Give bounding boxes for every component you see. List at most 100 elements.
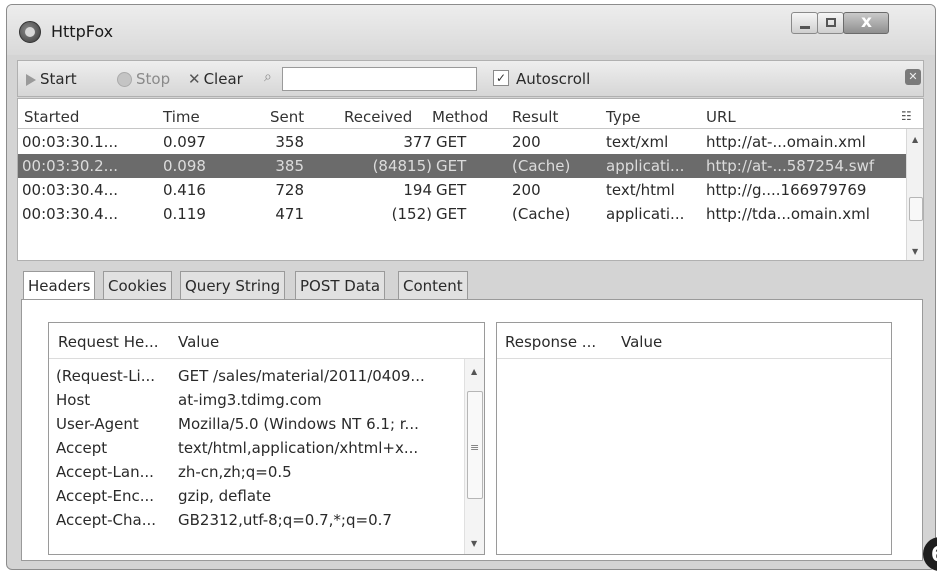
stop-button[interactable]: Stop — [117, 70, 170, 88]
tab-content[interactable]: Content — [398, 271, 468, 300]
close-button[interactable]: x — [843, 12, 889, 34]
request-list: Started Time Sent Received Method Result… — [17, 98, 924, 261]
request-headers-header: Request He... Value — [49, 323, 484, 359]
cell-started: 00:03:30.2... — [22, 157, 118, 175]
httpfox-icon — [19, 21, 41, 43]
cell-result: 200 — [512, 133, 541, 151]
header-row[interactable]: Accept-Cha... GB2312,utf-8;q=0.7,*;q=0.7 — [49, 511, 459, 534]
cell-result: (Cache) — [512, 157, 571, 175]
cell-time: 0.416 — [163, 181, 206, 199]
start-button[interactable]: Start — [26, 70, 77, 88]
header-name: Accept-Lan... — [56, 463, 154, 481]
header-value: GET /sales/material/2011/0409... — [178, 367, 425, 385]
clear-label: Clear — [203, 70, 243, 88]
cell-type: text/html — [606, 181, 675, 199]
cell-time: 0.097 — [163, 133, 206, 151]
close-icon: x — [861, 12, 872, 32]
request-row[interactable]: 00:03:30.4... 0.416 728 194 GET 200 text… — [18, 178, 906, 202]
request-list-header: Started Time Sent Received Method Result… — [18, 99, 923, 129]
request-headers-table: Request He... Value (Request-Li... GET /… — [48, 322, 485, 555]
tab-headers[interactable]: Headers — [23, 271, 96, 301]
cell-type: text/xml — [606, 133, 669, 151]
cell-type: applicati... — [606, 157, 685, 175]
cell-received: 377 — [403, 133, 432, 151]
header-row[interactable]: Accept text/html,application/xhtml+x... — [49, 439, 459, 462]
response-headers-table: Response ... Value — [496, 322, 892, 555]
header-value: text/html,application/xhtml+x... — [178, 439, 419, 457]
cell-method: GET — [436, 205, 467, 223]
cell-result: (Cache) — [512, 205, 571, 223]
cell-time: 0.119 — [163, 205, 206, 223]
tab-cookies[interactable]: Cookies — [103, 271, 172, 300]
col-result[interactable]: Result — [512, 108, 558, 126]
request-row[interactable]: 00:03:30.1... 0.097 358 377 GET 200 text… — [18, 130, 906, 154]
start-label: Start — [40, 70, 77, 88]
close-panel-button[interactable]: ✕ — [905, 69, 921, 85]
col-sent[interactable]: Sent — [270, 108, 304, 126]
stop-icon — [117, 72, 132, 87]
cell-started: 00:03:30.4... — [22, 205, 118, 223]
header-row[interactable]: (Request-Li... GET /sales/material/2011/… — [49, 367, 459, 390]
minimize-button[interactable] — [791, 12, 818, 34]
clear-button[interactable]: ✕ Clear — [188, 70, 243, 88]
header-value: GB2312,utf-8;q=0.7,*;q=0.7 — [178, 511, 392, 529]
col-url[interactable]: URL — [706, 108, 736, 126]
cell-type: applicati... — [606, 205, 685, 223]
col-request-header-name[interactable]: Request He... — [58, 333, 159, 351]
cell-sent: 358 — [275, 133, 304, 151]
request-row-selected[interactable]: 00:03:30.2... 0.098 385 (84815) GET (Cac… — [18, 154, 906, 178]
scroll-up-icon[interactable]: ▲ — [471, 367, 477, 376]
header-row[interactable]: Accept-Lan... zh-cn,zh;q=0.5 — [49, 463, 459, 486]
toolbar: Start Stop ✕ Clear ⌕ ✓ Autoscroll ✕ — [17, 60, 924, 97]
maximize-icon — [826, 18, 836, 27]
header-name: (Request-Li... — [56, 367, 156, 385]
column-picker-icon[interactable]: ☷ — [901, 109, 912, 123]
cell-result: 200 — [512, 181, 541, 199]
header-row[interactable]: Accept-Enc... gzip, deflate — [49, 487, 459, 510]
cell-url: http://at-...omain.xml — [706, 133, 866, 151]
tab-post-data[interactable]: POST Data — [295, 271, 386, 300]
col-started[interactable]: Started — [24, 108, 79, 126]
header-name: Host — [56, 391, 91, 409]
scroll-up-icon[interactable]: ▲ — [912, 135, 918, 144]
request-headers-scrollbar[interactable]: ▲ ≡ ▼ — [464, 359, 484, 554]
col-request-header-value[interactable]: Value — [178, 333, 219, 351]
cell-started: 00:03:30.1... — [22, 133, 118, 151]
autoscroll-checkbox[interactable]: ✓ — [493, 70, 509, 86]
cell-sent: 385 — [275, 157, 304, 175]
col-response-header-value[interactable]: Value — [621, 333, 662, 351]
request-row[interactable]: 00:03:30.4... 0.119 471 (152) GET (Cache… — [18, 202, 906, 226]
title-bar[interactable]: HttpFox x — [7, 5, 935, 55]
header-name: User-Agent — [56, 415, 139, 433]
clear-icon: ✕ — [188, 70, 201, 88]
maximize-button[interactable] — [817, 12, 844, 34]
col-type[interactable]: Type — [606, 108, 640, 126]
header-value: gzip, deflate — [178, 487, 272, 505]
tab-query-string[interactable]: Query String — [180, 271, 286, 300]
search-input[interactable] — [282, 67, 477, 91]
scroll-thumb[interactable] — [909, 197, 923, 221]
request-list-scrollbar[interactable]: ▲ ▼ — [906, 129, 923, 260]
cell-method: GET — [436, 157, 467, 175]
cell-sent: 728 — [275, 181, 304, 199]
headers-panel: Request He... Value (Request-Li... GET /… — [21, 299, 923, 561]
minimize-icon — [800, 26, 810, 29]
cell-received: (84815) — [372, 157, 432, 175]
cell-url: http://g....166979769 — [706, 181, 867, 199]
cell-method: GET — [436, 181, 467, 199]
header-name: Accept-Cha... — [56, 511, 157, 529]
play-icon — [26, 73, 36, 86]
scroll-grip-icon: ≡ — [470, 441, 480, 454]
col-response-header-name[interactable]: Response ... — [505, 333, 596, 351]
header-row[interactable]: User-Agent Mozilla/5.0 (Windows NT 6.1; … — [49, 415, 459, 438]
col-received[interactable]: Received — [344, 108, 412, 126]
cell-url: http://tda...omain.xml — [706, 205, 870, 223]
header-row[interactable]: Host at-img3.tdimg.com — [49, 391, 459, 414]
scroll-down-icon[interactable]: ▼ — [471, 539, 477, 548]
scroll-down-icon[interactable]: ▼ — [912, 247, 918, 256]
header-value: at-img3.tdimg.com — [178, 391, 322, 409]
col-method[interactable]: Method — [432, 108, 488, 126]
cell-method: GET — [436, 133, 467, 151]
header-value: Mozilla/5.0 (Windows NT 6.1; r... — [178, 415, 419, 433]
col-time[interactable]: Time — [163, 108, 200, 126]
